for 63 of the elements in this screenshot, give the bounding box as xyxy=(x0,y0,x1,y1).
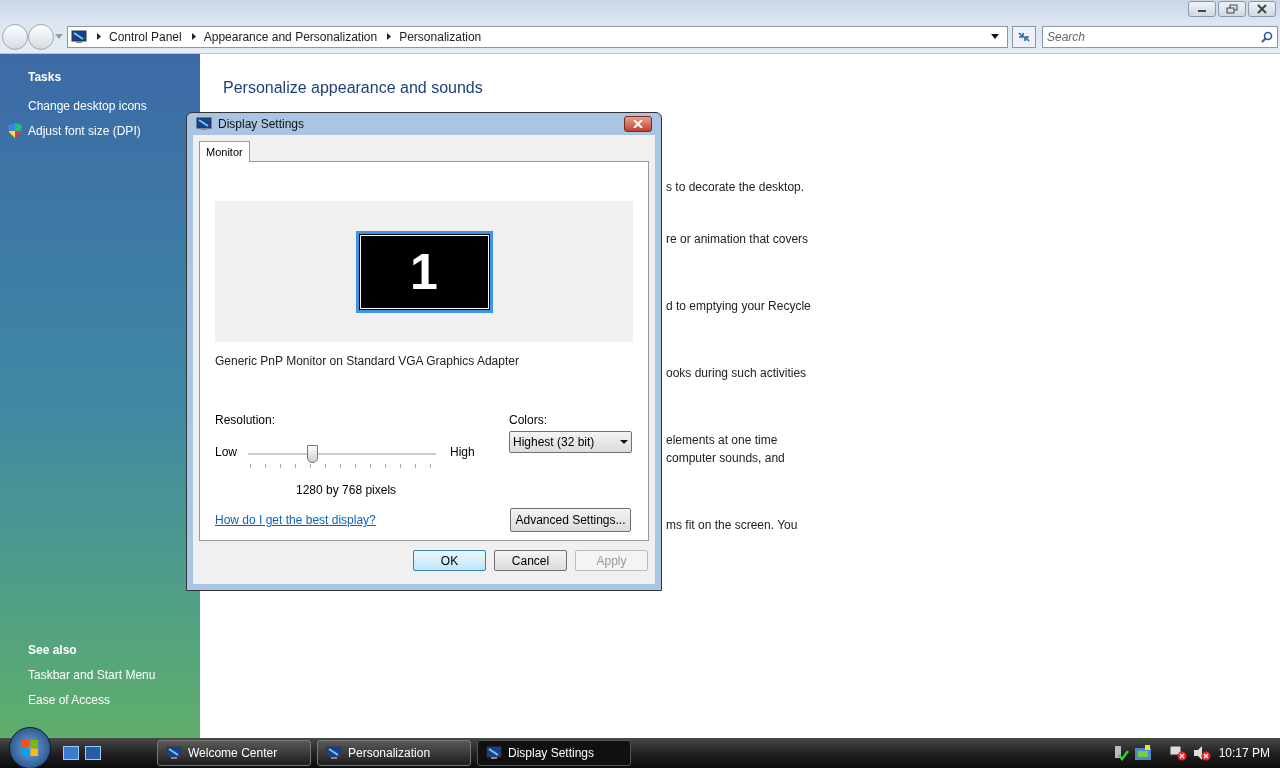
page-heading: Personalize appearance and sounds xyxy=(223,78,484,98)
taskbar-button[interactable]: Welcome Center xyxy=(157,740,311,766)
taskbar-button[interactable]: Display Settings xyxy=(477,740,631,766)
description-text: ms fit on the screen. You xyxy=(666,517,799,534)
display-icon xyxy=(196,116,212,132)
monitor-name-text: Generic PnP Monitor on Standard VGA Graphics Adapter xyxy=(215,353,520,370)
windows-logo-icon xyxy=(21,739,39,757)
volume-muted-icon[interactable] xyxy=(1192,745,1211,761)
close-icon xyxy=(1255,4,1269,14)
dialog-button[interactable]: Cancel xyxy=(494,550,567,571)
description-text: ooks during such activities xyxy=(666,365,808,382)
restore-button[interactable] xyxy=(1218,1,1246,17)
network-error-icon[interactable] xyxy=(1168,745,1187,761)
refresh-icon xyxy=(1017,30,1031,43)
breadcrumb-link[interactable]: Control Panel xyxy=(109,27,182,46)
chevron-icon xyxy=(191,33,196,40)
breadcrumb-link[interactable]: Personalization xyxy=(399,27,482,46)
shield-icon xyxy=(8,123,22,138)
sidebar-link[interactable]: Adjust font size (DPI) xyxy=(28,121,141,140)
monitor-tile[interactable]: 1 xyxy=(355,230,493,313)
colors-dropdown[interactable]: Highest (32 bit) xyxy=(509,431,632,453)
description-text: computer sounds, and xyxy=(666,450,786,467)
description-text: d to emptying your Recycle xyxy=(666,298,812,315)
low-label: Low xyxy=(215,444,238,461)
dialog-button[interactable]: OK xyxy=(413,550,486,571)
window-icon xyxy=(166,745,182,761)
breadcrumb-link[interactable]: Appearance and Personalization xyxy=(203,27,378,46)
slider-thumb[interactable] xyxy=(306,445,318,463)
description-text: re or animation that covers xyxy=(666,231,810,248)
sidebar-heading: Tasks xyxy=(28,69,63,86)
minimize-button[interactable] xyxy=(1188,1,1216,17)
chevron-icon xyxy=(97,33,101,40)
sidebar-link[interactable]: Change desktop icons xyxy=(28,96,147,115)
sidebar-heading: See also xyxy=(28,642,78,659)
restore-icon xyxy=(1225,4,1239,14)
start-button[interactable] xyxy=(9,727,51,768)
tab[interactable]: Monitor xyxy=(199,141,250,162)
address-bar[interactable]: Control Panel Appearance and Personalization Personalization xyxy=(67,25,1008,48)
colors-label: Colors: xyxy=(509,412,548,429)
dropdown-icon[interactable] xyxy=(991,34,999,39)
clock-text[interactable]: 10:17 PM xyxy=(1218,744,1270,762)
close-icon xyxy=(633,120,643,128)
window-icon xyxy=(486,745,502,761)
description-text: elements at one time xyxy=(666,432,779,449)
quick-launch-icon[interactable] xyxy=(63,746,79,760)
high-label: High xyxy=(450,444,475,461)
dialog-title: Display Settings xyxy=(218,116,305,133)
advanced-settings-button[interactable]: Advanced Settings... xyxy=(510,508,631,532)
resolution-label: Resolution: xyxy=(215,412,277,429)
help-link[interactable]: How do I get the best display? xyxy=(215,511,376,529)
search-icon xyxy=(1261,30,1273,43)
chevron-icon xyxy=(387,33,392,40)
close-button[interactable] xyxy=(1248,1,1276,17)
description-text: s to decorate the desktop. xyxy=(666,179,806,196)
window-icon xyxy=(326,745,342,761)
close-button[interactable] xyxy=(624,116,652,132)
taskbar-button[interactable]: Personalization xyxy=(317,740,471,766)
monitor-number: 1 xyxy=(410,246,438,297)
refresh-button[interactable] xyxy=(1012,25,1036,48)
dropdown-icon xyxy=(620,440,628,444)
resolution-value: 1280 by 768 pixels xyxy=(296,482,398,499)
quick-launch-icon[interactable] xyxy=(85,746,101,760)
search-field[interactable]: Search xyxy=(1042,25,1278,48)
